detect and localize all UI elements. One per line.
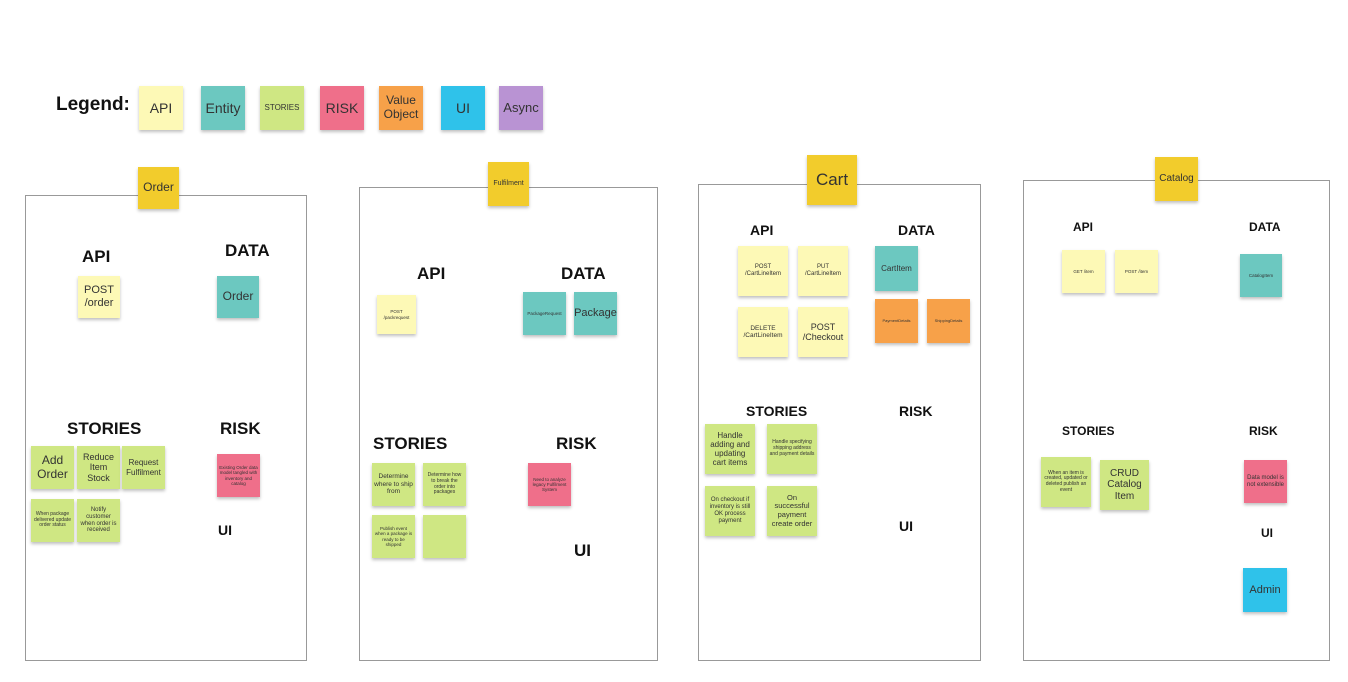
cart-story-checkout-inventory[interactable]: On checkout if inventory is still OK pro… — [705, 486, 755, 536]
order-api-post-order[interactable]: POST /order — [78, 276, 120, 318]
order-story-request-fulfilment[interactable]: Request Fulfilment — [122, 446, 165, 489]
fulfilment-api-post-packrequest[interactable]: POST /packrequest — [377, 295, 416, 334]
legend-ui-note[interactable]: UI — [441, 86, 485, 130]
order-risk-heading: RISK — [220, 419, 261, 438]
catalog-risk-not-extensible[interactable]: Data model is not extensible — [1244, 460, 1287, 503]
order-story-add-order[interactable]: Add Order — [31, 446, 74, 489]
cart-api-post-checkout[interactable]: POST /Checkout — [798, 307, 848, 357]
catalog-story-crud-item[interactable]: CRUD Catalog Item — [1100, 460, 1149, 510]
fulfilment-data-heading: DATA — [561, 264, 606, 283]
order-story-notify-customer[interactable]: Notify customer when order is received — [77, 499, 120, 542]
cart-story-add-update-items[interactable]: Handle adding and updating cart items — [705, 424, 755, 474]
fulfilment-ui-heading: UI — [574, 541, 591, 560]
fulfilment-story-ship-from[interactable]: Determine where to ship from — [372, 463, 415, 506]
cart-data-paymentdetails[interactable]: PaymentDetails — [875, 299, 918, 343]
legend-value-object-note[interactable]: Value Object — [379, 86, 423, 130]
order-ui-heading: UI — [218, 522, 232, 538]
order-story-update-status[interactable]: When package delivered update order stat… — [31, 499, 74, 542]
legend-async-note[interactable]: Async — [499, 86, 543, 130]
fulfilment-story-publish-event[interactable]: Publish event when a package is ready to… — [372, 515, 415, 558]
catalog-api-heading: API — [1073, 220, 1094, 234]
order-story-reduce-stock[interactable]: Reduce Item Stock — [77, 446, 120, 489]
fulfilment-story-break-order[interactable]: Determine how to break the order into pa… — [423, 463, 466, 506]
cart-data-shippingdetails[interactable]: ShippingDetails — [927, 299, 970, 343]
order-api-heading: API — [82, 247, 111, 266]
order-data-order[interactable]: Order — [217, 276, 259, 318]
order-stories-heading: STORIES — [67, 419, 142, 438]
cart-api-delete-cartlineitem[interactable]: DELETE /CartLineItem — [738, 307, 788, 357]
catalog-board-title[interactable]: Catalog — [1155, 157, 1198, 201]
fulfilment-data-package[interactable]: Package — [574, 292, 617, 335]
legend-risk-note[interactable]: RISK — [320, 86, 364, 130]
catalog-story-publish-event[interactable]: When an item is created, updated or dele… — [1041, 457, 1091, 507]
fulfilment-board[interactable] — [359, 187, 658, 661]
cart-data-cartitem[interactable]: CartItem — [875, 246, 918, 291]
cart-api-post-cartlineitem[interactable]: POST /CartLineItem — [738, 246, 788, 296]
cart-story-shipping-payment[interactable]: Handle specifying shipping address and p… — [767, 424, 817, 474]
fulfilment-board-title[interactable]: Fulfilment — [488, 162, 529, 206]
order-data-heading: DATA — [225, 241, 270, 260]
fulfilment-risk-heading: RISK — [556, 434, 597, 453]
fulfilment-risk-legacy[interactable]: Need to analyze legacy Fulfilment System — [528, 463, 571, 506]
catalog-data-catalogitem[interactable]: CatalogItem — [1240, 254, 1282, 297]
catalog-ui-admin[interactable]: Admin — [1243, 568, 1287, 612]
legend-title: Legend: — [56, 94, 130, 115]
order-board-title[interactable]: Order — [138, 167, 179, 209]
cart-api-put-cartlineitem[interactable]: PUT /CartLineItem — [798, 246, 848, 296]
catalog-risk-heading: RISK — [1249, 424, 1278, 438]
catalog-ui-heading: UI — [1261, 526, 1273, 540]
fulfilment-api-heading: API — [417, 264, 446, 283]
fulfilment-data-packagerequest[interactable]: PackageRequest — [523, 292, 566, 335]
catalog-api-get-item[interactable]: GET /item — [1062, 250, 1105, 293]
cart-risk-heading: RISK — [899, 403, 933, 419]
fulfilment-story-empty[interactable] — [423, 515, 466, 558]
order-risk-tangled-model[interactable]: Existing Order data model tangled with i… — [217, 454, 260, 497]
legend-entity-note[interactable]: Entity — [201, 86, 245, 130]
cart-board-title[interactable]: Cart — [807, 155, 857, 205]
cart-ui-heading: UI — [899, 518, 913, 534]
cart-stories-heading: STORIES — [746, 403, 808, 419]
catalog-data-heading: DATA — [1249, 220, 1281, 234]
fulfilment-stories-heading: STORIES — [373, 434, 448, 453]
cart-story-create-order[interactable]: On successful payment create order — [767, 486, 817, 536]
cart-data-heading: DATA — [898, 222, 935, 238]
legend-api-note[interactable]: API — [139, 86, 183, 130]
legend-stories-note[interactable]: STORIES — [260, 86, 304, 130]
cart-api-heading: API — [750, 222, 774, 238]
catalog-stories-heading: STORIES — [1062, 424, 1115, 438]
catalog-api-post-item[interactable]: POST /item — [1115, 250, 1158, 293]
